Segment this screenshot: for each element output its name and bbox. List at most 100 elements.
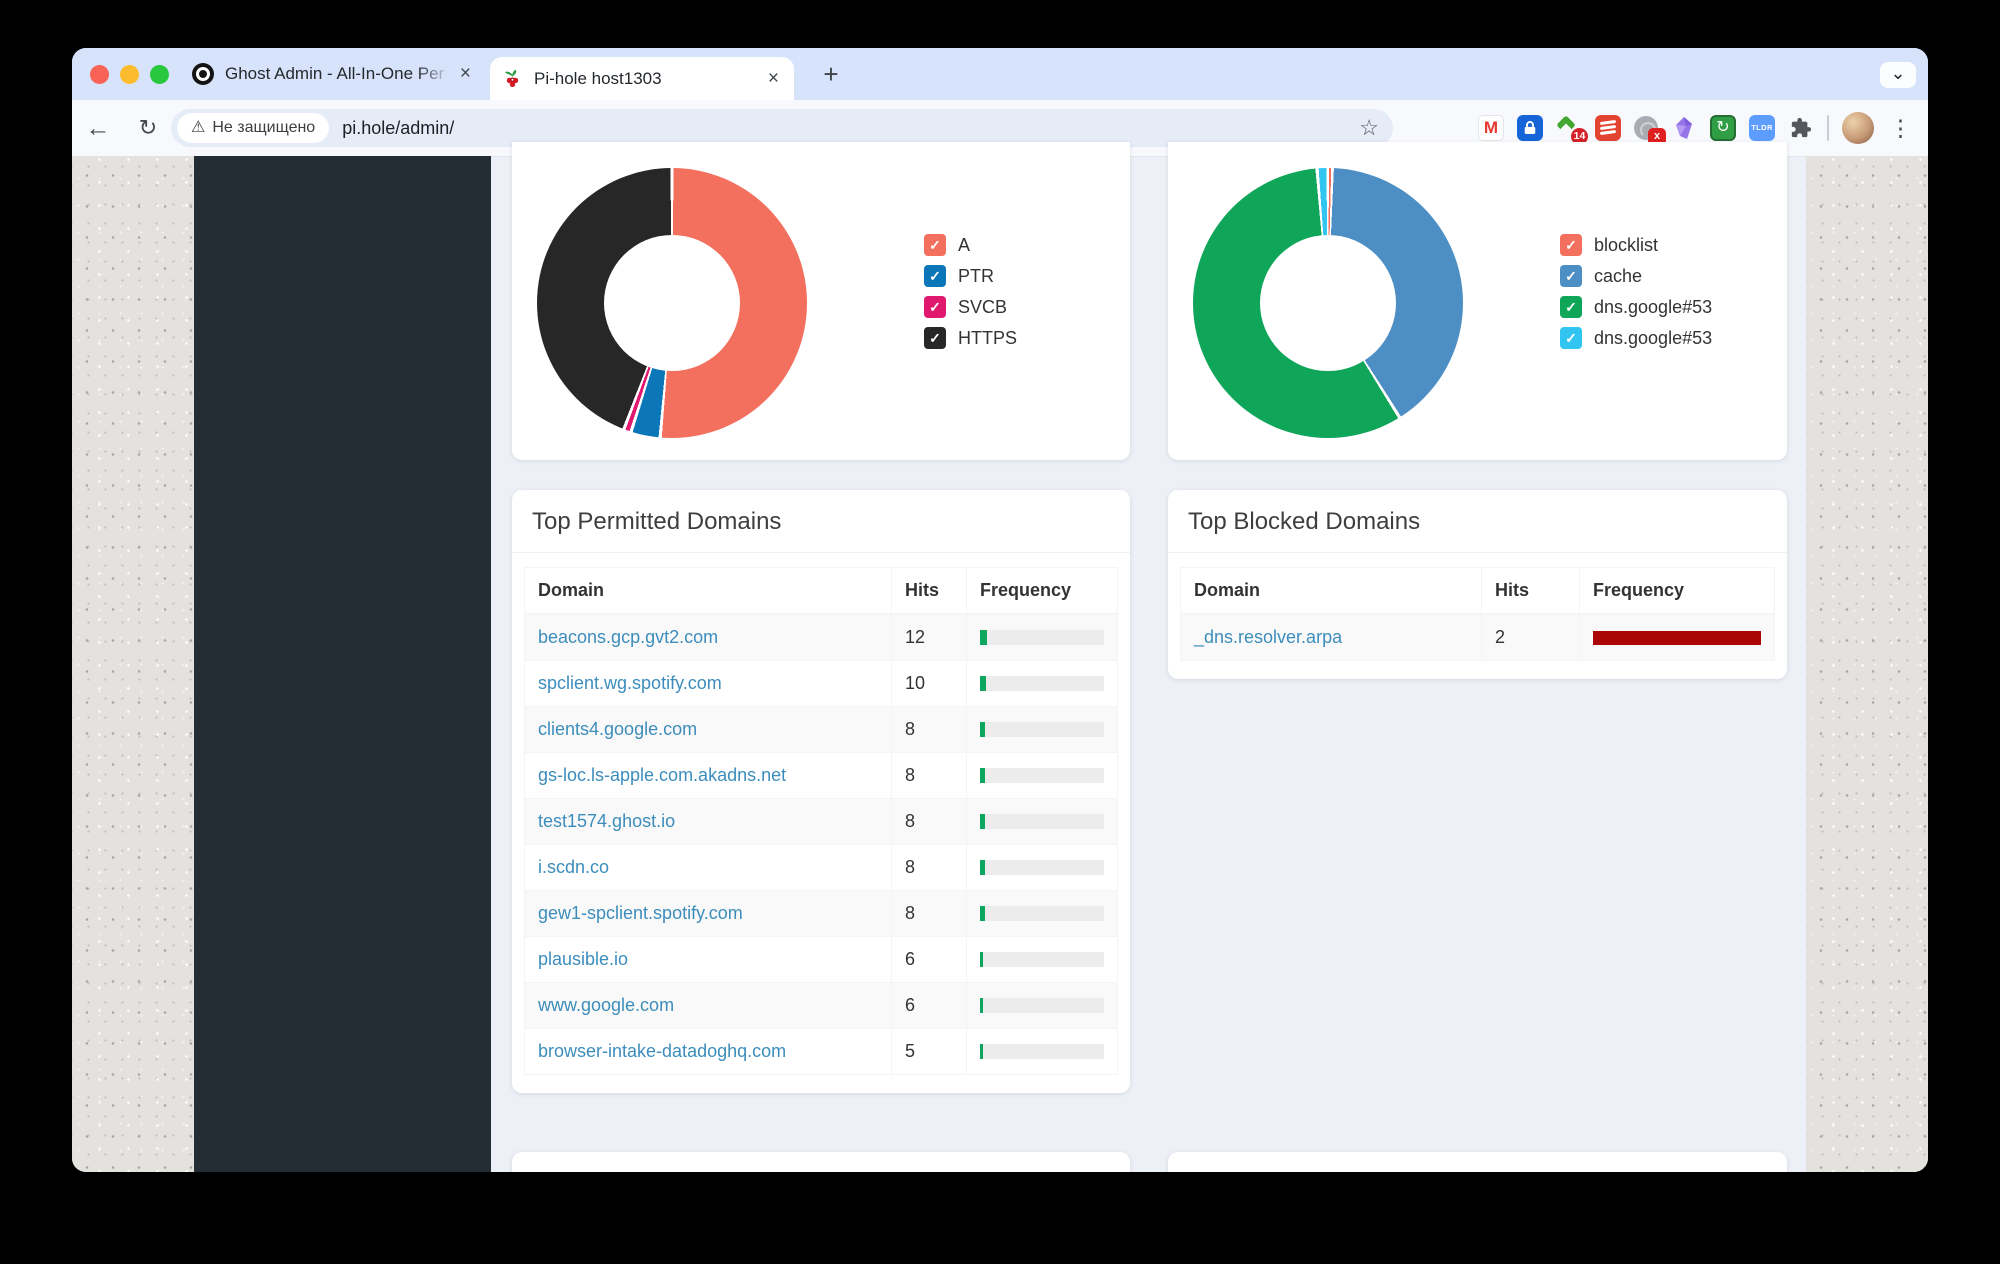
column-header: Frequency [967, 568, 1118, 615]
hits-value: 8 [892, 891, 967, 937]
column-header: Domain [1181, 568, 1482, 615]
legend-item[interactable]: ✓ cache [1560, 265, 1712, 287]
frequency-bar-track [980, 768, 1104, 783]
next-card-partial [1168, 1152, 1787, 1172]
disabled-adblock-extension-icon[interactable]: x [1634, 116, 1658, 140]
upstream-servers-donut-chart[interactable] [1193, 168, 1463, 438]
column-header: Hits [892, 568, 967, 615]
domain-link[interactable]: gew1-spclient.spotify.com [538, 903, 743, 923]
legend-item[interactable]: ✓SVCB [924, 296, 1017, 318]
reload-button[interactable]: ↻ [128, 100, 168, 156]
legend-item[interactable]: ✓A [924, 234, 1017, 256]
gem-icon [1672, 116, 1696, 140]
todoist-extension-icon[interactable] [1595, 115, 1621, 141]
domain-link[interactable]: spclient.wg.spotify.com [538, 673, 722, 693]
close-icon[interactable]: × [765, 69, 782, 89]
purple-gem-extension-icon[interactable] [1671, 115, 1697, 141]
checkbox-icon[interactable]: ✓ [924, 265, 946, 287]
window-zoom-button[interactable] [150, 65, 169, 84]
back-button[interactable]: ← [78, 100, 118, 156]
window-close-button[interactable] [90, 65, 109, 84]
hits-value: 8 [892, 707, 967, 753]
checkbox-icon[interactable]: ✓ [924, 296, 946, 318]
checkbox-icon[interactable]: ✓ [1560, 296, 1582, 318]
query-types-chart-card: ✓A✓PTR✓SVCB✓HTTPS [512, 142, 1130, 460]
pihole-sidebar[interactable] [194, 156, 491, 1172]
domain-link[interactable]: beacons.gcp.gvt2.com [538, 627, 718, 647]
chart-legend: ✓blocklist✓cache✓dns.google#53✓dns.googl… [1560, 234, 1712, 358]
table-row: spclient.wg.spotify.com10 [525, 661, 1118, 707]
page-content: ✓A✓PTR✓SVCB✓HTTPS ✓blocklist✓cache✓dns.g… [72, 156, 1928, 1172]
legend-label: dns.google#53 [1594, 297, 1712, 318]
top-permitted-domains-card: Top Permitted Domains DomainHitsFrequenc… [512, 490, 1130, 1093]
table-row: _dns.resolver.arpa2 [1181, 614, 1775, 661]
legend-item[interactable]: ✓ dns.google#53 [1560, 296, 1712, 318]
checkbox-icon[interactable]: ✓ [1560, 234, 1582, 256]
table-row: gs-loc.ls-apple.com.akadns.net8 [525, 753, 1118, 799]
domain-link[interactable]: plausible.io [538, 949, 628, 969]
domain-link[interactable]: www.google.com [538, 995, 674, 1015]
page-margin-right [1806, 156, 1928, 1172]
table-row: www.google.com 6 [525, 983, 1118, 1029]
window-minimize-button[interactable] [120, 65, 139, 84]
legend-item[interactable]: ✓ PTR [924, 265, 1017, 287]
tab-strip: Ghost Admin - All-In-One Per × Pi-hole h… [72, 48, 1928, 100]
new-tab-button[interactable]: + [816, 60, 846, 90]
domain-link[interactable]: browser-intake-datadoghq.com [538, 1041, 786, 1061]
column-header: Hits [1482, 568, 1580, 615]
table-row: gew1-spclient.spotify.com 8 [525, 891, 1118, 937]
page-margin-left [72, 156, 194, 1172]
checkbox-icon[interactable]: ✓ [1560, 265, 1582, 287]
chevron-down-icon[interactable]: ⌄ [1880, 62, 1916, 88]
legend-item[interactable]: ✓dns.google#53 [1560, 327, 1712, 349]
frequency-bar [980, 952, 983, 967]
upstream-servers-chart-card: ✓blocklist✓cache✓dns.google#53✓dns.googl… [1168, 142, 1787, 460]
domain-link[interactable]: test1574.ghost.io [538, 811, 675, 831]
domain-link[interactable]: gs-loc.ls-apple.com.akadns.net [538, 765, 786, 785]
hits-value: 6 [892, 937, 967, 983]
extensions-puzzle-icon[interactable] [1788, 115, 1814, 141]
query-types-donut-chart[interactable] [537, 168, 807, 438]
column-header: Domain [525, 568, 892, 615]
table-row: test1574.ghost.io8 [525, 799, 1118, 845]
hits-value: 5 [892, 1029, 967, 1075]
hits-value: 6 [892, 983, 967, 1029]
browser-menu-button[interactable]: ⋮ [1887, 115, 1914, 142]
blocked-domains-table: DomainHitsFrequency_dns.resolver.arpa2 [1180, 567, 1775, 661]
sync-extension-icon[interactable]: ↻ [1710, 115, 1736, 141]
tldr-extension-icon[interactable]: TLDR [1749, 115, 1775, 141]
legend-label: cache [1594, 266, 1642, 287]
frequency-bar [980, 860, 985, 875]
domain-link[interactable]: _dns.resolver.arpa [1194, 627, 1342, 647]
checkbox-icon[interactable]: ✓ [924, 327, 946, 349]
frequency-bar [980, 630, 987, 645]
green-arrow-extension-icon[interactable]: 14 [1556, 115, 1582, 141]
hits-value: 12 [892, 614, 967, 661]
profile-avatar[interactable] [1842, 112, 1874, 144]
toolbar-divider [1827, 115, 1829, 141]
bookmark-star-icon[interactable]: ☆ [1359, 115, 1379, 141]
column-header: Frequency [1580, 568, 1775, 615]
site-security-chip[interactable]: ⚠ Не защищено [177, 113, 329, 143]
domain-link[interactable]: clients4.google.com [538, 719, 697, 739]
frequency-bar [980, 768, 985, 783]
frequency-bar [980, 676, 986, 691]
domain-link[interactable]: i.scdn.co [538, 857, 609, 877]
tab-ghost-admin[interactable]: Ghost Admin - All-In-One Per × [180, 48, 486, 100]
legend-item[interactable]: ✓blocklist [1560, 234, 1712, 256]
table-row: browser-intake-datadoghq.com 5 [525, 1029, 1118, 1075]
tab-pihole[interactable]: Pi-hole host1303 × [490, 57, 794, 100]
url-text[interactable]: pi.hole/admin/ [342, 118, 454, 139]
gmail-extension-icon[interactable]: M [1478, 115, 1504, 141]
checkbox-icon[interactable]: ✓ [1560, 327, 1582, 349]
legend-item[interactable]: ✓HTTPS [924, 327, 1017, 349]
legend-label: PTR [958, 266, 994, 287]
frequency-bar-track [1593, 631, 1761, 645]
card-title: Top Blocked Domains [1168, 490, 1787, 553]
next-card-partial [512, 1152, 1130, 1172]
password-manager-extension-icon[interactable] [1517, 115, 1543, 141]
puzzle-icon [1790, 117, 1812, 139]
ghost-favicon-icon [192, 63, 214, 85]
checkbox-icon[interactable]: ✓ [924, 234, 946, 256]
close-icon[interactable]: × [457, 64, 474, 84]
